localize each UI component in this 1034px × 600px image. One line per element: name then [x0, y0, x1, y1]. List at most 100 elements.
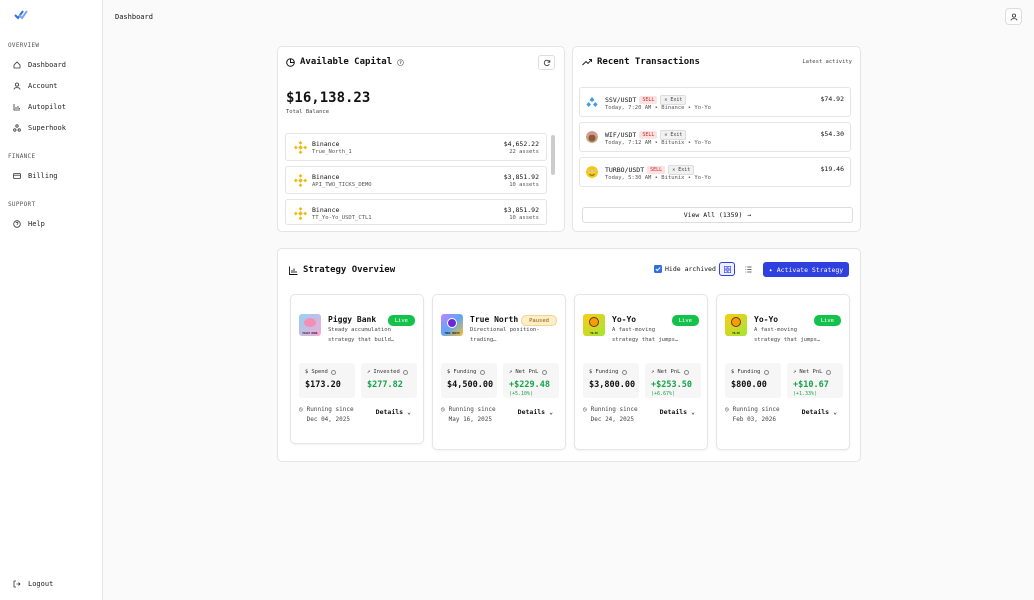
transaction-pair-row: TURBO/USDT SELL ✕ Exit [605, 165, 695, 175]
trend-up-icon: ↗ [367, 369, 371, 375]
logout-button[interactable]: Logout [13, 578, 53, 590]
strategy-card[interactable]: YO-YO Yo-Yo A fast-moving strategy that … [574, 294, 708, 450]
sparkle-icon: ✦ [768, 265, 773, 274]
account-row[interactable]: Binance API_TWO_TICKS_DEMO $3,851.92 10 … [285, 166, 547, 194]
info-icon [402, 369, 408, 375]
running-since-date: Dec 24, 2025 [590, 416, 634, 423]
metric-label: Net PnL [657, 369, 681, 375]
running-since-text: Running since May 16, 2025 [449, 405, 496, 425]
metric-box: $ Spend $173.20 [299, 363, 355, 398]
running-since-date: Feb 03, 2026 [732, 416, 776, 423]
sidebar-item-help[interactable]: Help [13, 218, 45, 230]
info-icon [621, 369, 627, 375]
section-label-support: SUPPORT [8, 201, 36, 208]
sidebar-item-superhook[interactable]: Superhook [13, 122, 66, 134]
clock-icon: ◷ [299, 406, 303, 413]
transaction-row[interactable]: WIF/USDT SELL ✕ Exit Today, 7:12 AM • Bi… [579, 122, 851, 152]
svg-text:?: ? [399, 60, 402, 66]
clock-icon: ◷ [725, 406, 729, 413]
running-since: ◷ Running since Feb 03, 2026 [725, 405, 780, 425]
section-label-overview: OVERVIEW [8, 42, 40, 49]
details-button[interactable]: Details ⌄ [660, 408, 695, 416]
turbo-coin-icon [586, 166, 598, 178]
account-exchange: Binance [312, 173, 340, 181]
hook-icon [13, 124, 21, 132]
metric-label: Net PnL [515, 369, 539, 375]
sidebar-item-account[interactable]: Account [13, 80, 58, 92]
transaction-pair: WIF/USDT [605, 131, 637, 139]
section-label-finance: FINANCE [8, 153, 36, 160]
strategy-card[interactable]: TRUE NORTH True North Directional positi… [432, 294, 566, 450]
strategy-name: Yo-Yo [612, 315, 637, 324]
details-button[interactable]: Details ⌄ [802, 408, 837, 416]
account-assets: 22 assets [509, 149, 539, 155]
running-since: ◷ Running since Dec 04, 2025 [299, 405, 354, 425]
binance-icon [293, 206, 308, 221]
hide-archived-toggle[interactable]: Hide archived [654, 265, 716, 273]
metric-percent: (+5.10%) [509, 391, 534, 397]
metric-box: $ Funding $3,800.00 [583, 363, 639, 398]
metric-value: $4,500.00 [447, 380, 494, 390]
metric-label-row: $ Spend [305, 369, 336, 375]
metric-label-row: ↗ Net PnL [509, 369, 547, 375]
exit-badge: ✕ Exit [668, 165, 695, 175]
strategy-description: A fast-moving strategy that jumps… [612, 327, 679, 343]
sell-badge: SELL [639, 131, 658, 139]
sidebar-item-autopilot[interactable]: Autopilot [13, 101, 66, 113]
strategy-description: A fast-moving strategy that jumps… [754, 327, 821, 343]
info-icon [330, 369, 336, 375]
list-view-button[interactable] [740, 262, 756, 276]
sell-badge: SELL [647, 166, 666, 174]
app-logo-icon[interactable] [14, 9, 28, 21]
details-button[interactable]: Details ⌄ [518, 408, 553, 416]
strategy-description: Steady accumulation strategy that build… [328, 327, 395, 343]
strategy-card[interactable]: PIGGY BANK Piggy Bank Steady accumulatio… [290, 294, 424, 444]
user-menu-button[interactable] [1005, 8, 1022, 25]
trend-up-icon: ↗ [651, 369, 655, 375]
refresh-button[interactable] [538, 55, 555, 70]
transaction-row[interactable]: SSV/USDT SELL ✕ Exit Today, 7:20 AM • Bi… [579, 87, 851, 117]
running-since: ◷ Running since May 16, 2025 [441, 405, 496, 425]
strategy-title-row: Strategy Overview [289, 265, 395, 275]
status-badge: Paused [521, 315, 557, 326]
sidebar-item-dashboard[interactable]: Dashboard [13, 59, 66, 71]
sidebar-item-label: Dashboard [28, 61, 66, 69]
help-icon[interactable]: ? [397, 58, 404, 66]
chevron-down-icon: ⌄ [407, 408, 411, 416]
account-row[interactable]: Binance TT_Yo-Yo_USDT_CTL1 $3,851.92 10 … [285, 199, 547, 225]
metric-label: Funding [595, 369, 619, 375]
details-button[interactable]: Details ⌄ [376, 408, 411, 416]
exit-badge: ✕ Exit [660, 95, 687, 105]
home-icon [13, 61, 21, 69]
scrollbar[interactable] [551, 135, 555, 175]
transaction-row[interactable]: TURBO/USDT SELL ✕ Exit Today, 5:30 AM • … [579, 157, 851, 187]
wif-coin-icon [586, 131, 598, 143]
metric-label: Funding [453, 369, 477, 375]
capital-title: Available Capital [300, 57, 393, 67]
account-row[interactable]: Binance True_North_1 $4,652.22 22 assets [285, 133, 547, 161]
refresh-icon [543, 59, 550, 66]
available-capital-card: Available Capital ? $16,138.23 Total Bal… [277, 46, 565, 232]
account-name: TT_Yo-Yo_USDT_CTL1 [312, 215, 372, 221]
strategy-card[interactable]: YO-YO Yo-Yo A fast-moving strategy that … [716, 294, 850, 450]
activate-strategy-button[interactable]: ✦ Activate Strategy [763, 262, 849, 277]
avatar-caption: YO-YO [732, 332, 740, 335]
sidebar-item-billing[interactable]: Billing [13, 170, 58, 182]
card-icon [13, 173, 21, 179]
account-assets: 10 assets [509, 182, 539, 188]
avatar-caption: PIGGY BANK [302, 332, 318, 335]
true-north-avatar: TRUE NORTH [441, 314, 463, 336]
running-since-text: Running since Dec 24, 2025 [591, 405, 638, 425]
view-all-label: View All (1359) [683, 211, 743, 219]
grid-view-button[interactable] [719, 262, 735, 276]
dollar-icon: $ [305, 369, 309, 375]
running-since-label: Running since [306, 406, 354, 413]
logout-icon [13, 580, 21, 588]
logout-label: Logout [28, 580, 54, 588]
transactions-title: Recent Transactions [597, 57, 700, 67]
view-all-button[interactable]: View All (1359) → [582, 207, 853, 223]
piggy-bank-avatar: PIGGY BANK [299, 314, 321, 336]
checkbox-checked-icon[interactable] [654, 265, 662, 273]
metric-box: $ Funding $4,500.00 [441, 363, 497, 398]
strategy-name: Piggy Bank [328, 315, 377, 324]
